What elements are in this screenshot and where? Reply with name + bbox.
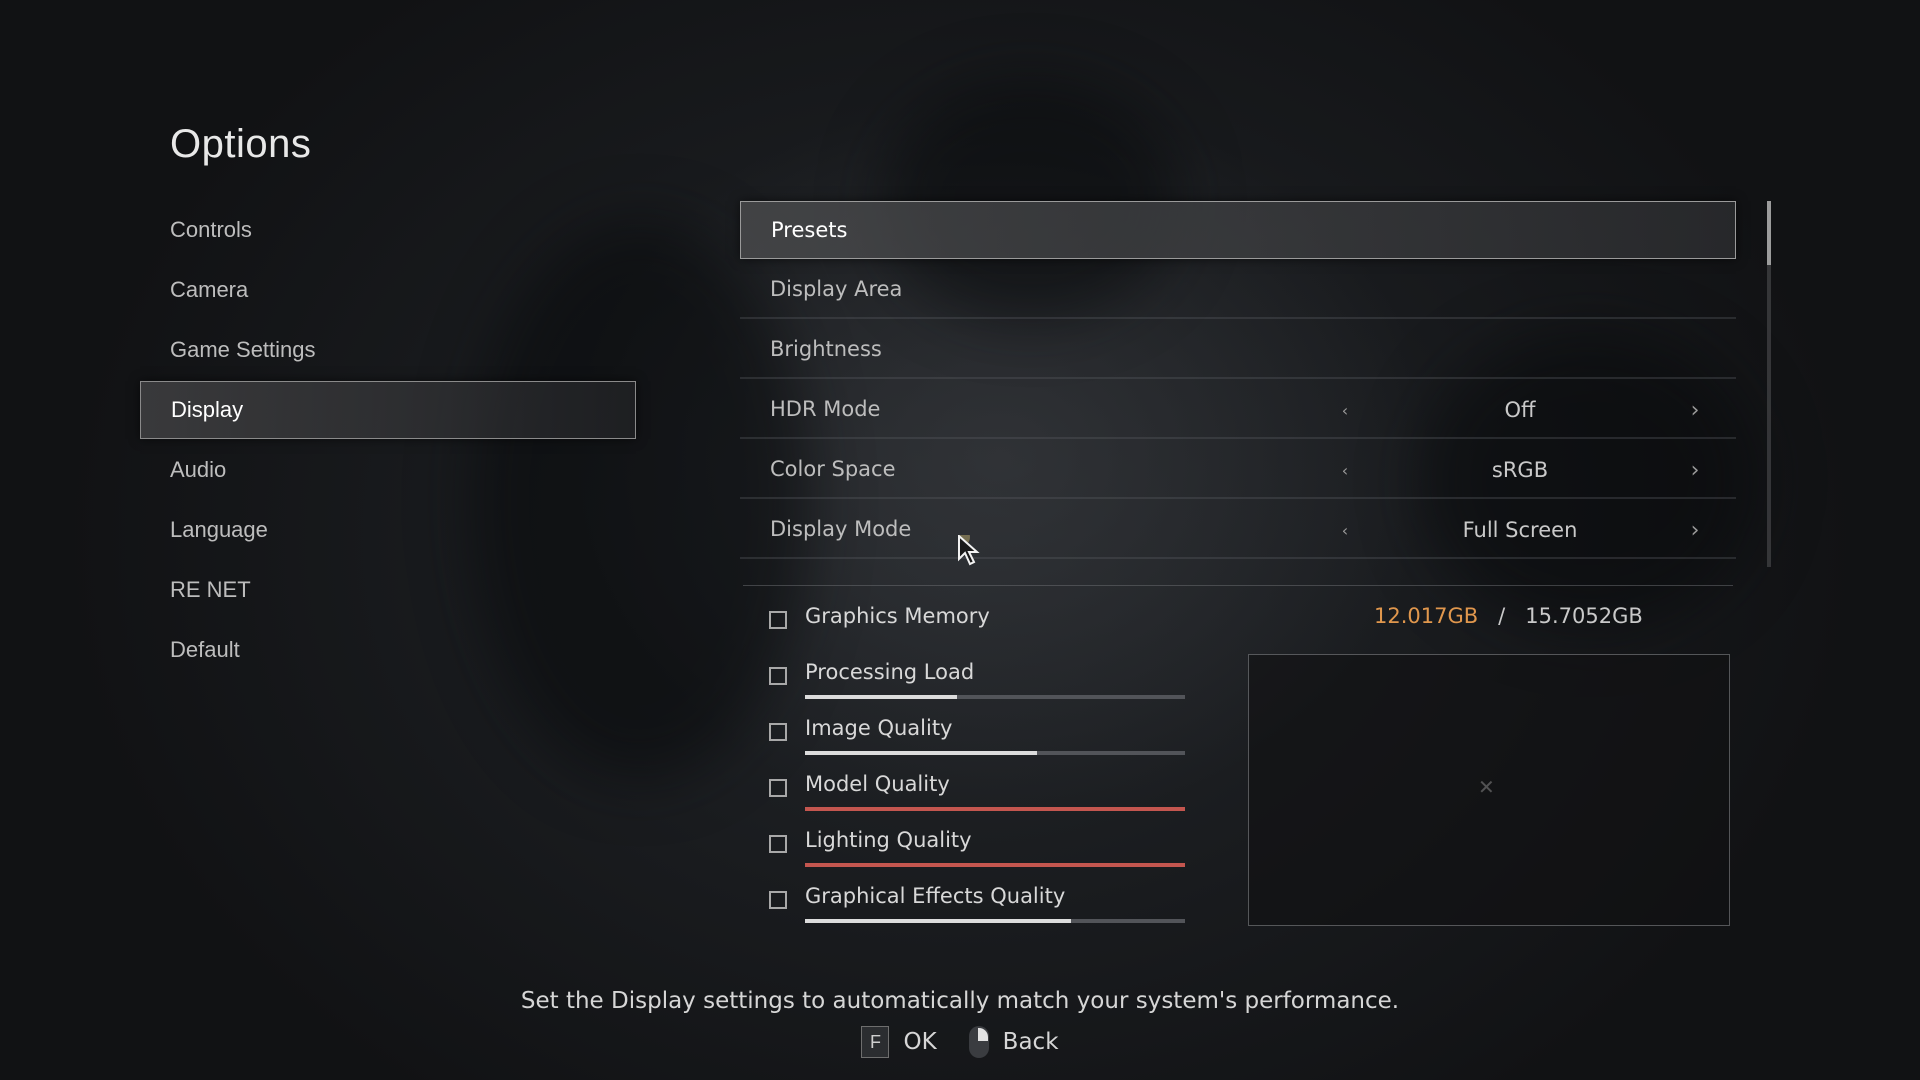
graphics-memory-readout: 12.017GB / 15.7052GB bbox=[1374, 604, 1643, 628]
preview-placeholder-icon: ✕ bbox=[1478, 775, 1495, 799]
chevron-right-icon[interactable]: › bbox=[1680, 398, 1710, 423]
sidebar-item-display[interactable]: Display bbox=[140, 381, 636, 439]
hdr-mode-label: HDR Mode bbox=[770, 397, 881, 421]
sidebar-item-label: Game Settings bbox=[170, 337, 316, 362]
lighting-quality-label: Lighting Quality bbox=[805, 828, 972, 852]
section-divider bbox=[743, 585, 1733, 586]
hdr-mode-value: Off bbox=[1504, 398, 1536, 422]
mouse-cursor-icon bbox=[958, 535, 980, 566]
color-space-value: sRGB bbox=[1491, 458, 1549, 482]
sidebar-item-label: Language bbox=[170, 517, 268, 542]
graphical-effects-quality-label: Graphical Effects Quality bbox=[805, 884, 1066, 908]
graphics-memory-checkbox[interactable] bbox=[769, 611, 787, 629]
model-quality-item: Model Quality bbox=[768, 768, 1188, 824]
meter-fill bbox=[805, 751, 1037, 755]
image-quality-label: Image Quality bbox=[805, 716, 953, 740]
graphics-memory-separator: / bbox=[1498, 604, 1506, 628]
meter-track bbox=[805, 919, 1185, 923]
presets-label: Presets bbox=[771, 218, 848, 242]
model-quality-label: Model Quality bbox=[805, 772, 950, 796]
display-mode-value: Full Screen bbox=[1462, 518, 1578, 542]
color-space-row[interactable]: Color Space ‹ sRGB › bbox=[740, 441, 1736, 499]
meter-track bbox=[805, 751, 1185, 755]
image-quality-checkbox[interactable] bbox=[769, 723, 787, 741]
graphics-memory-used: 12.017GB bbox=[1374, 604, 1479, 628]
right-mouse-button-icon bbox=[968, 1026, 989, 1058]
meter-fill bbox=[805, 695, 957, 699]
sidebar-item-controls[interactable]: Controls bbox=[140, 201, 636, 259]
sidebar-item-camera[interactable]: Camera bbox=[140, 261, 636, 319]
lighting-quality-checkbox[interactable] bbox=[769, 835, 787, 853]
button-hints: F OK Back bbox=[0, 1026, 1920, 1058]
ok-hint[interactable]: OK bbox=[903, 1029, 936, 1055]
meter-fill bbox=[805, 807, 1185, 811]
graphics-memory-total: 15.7052GB bbox=[1525, 604, 1643, 628]
graphics-memory-item: Graphics Memory bbox=[768, 600, 1188, 656]
sidebar-item-label: Camera bbox=[170, 277, 249, 302]
sidebar-item-label: Display bbox=[171, 397, 244, 422]
color-space-selector: ‹ sRGB › bbox=[1330, 441, 1710, 499]
sidebar-item-label: Audio bbox=[170, 457, 227, 482]
meter-track bbox=[805, 863, 1185, 867]
display-mode-row[interactable]: Display Mode ‹ Full Screen › bbox=[740, 501, 1736, 559]
hdr-mode-row[interactable]: HDR Mode ‹ Off › bbox=[740, 381, 1736, 439]
brightness-label: Brightness bbox=[770, 337, 882, 361]
meter-fill bbox=[805, 863, 1185, 867]
options-screen: Options Controls Camera Game Settings Di… bbox=[0, 0, 1920, 1080]
f-key-icon: F bbox=[861, 1026, 890, 1058]
chevron-right-icon[interactable]: › bbox=[1680, 518, 1710, 543]
sidebar-item-label: RE NET bbox=[170, 577, 251, 602]
chevron-left-icon[interactable]: ‹ bbox=[1330, 521, 1360, 540]
sidebar-item-label: Default bbox=[170, 637, 240, 662]
graphical-effects-quality-checkbox[interactable] bbox=[769, 891, 787, 909]
processing-load-checkbox[interactable] bbox=[769, 667, 787, 685]
display-mode-label: Display Mode bbox=[770, 517, 912, 541]
sidebar-item-label: Controls bbox=[170, 217, 252, 242]
display-settings-panel: Presets Display Area Brightness HDR Mode… bbox=[740, 201, 1736, 561]
chevron-right-icon[interactable]: › bbox=[1680, 458, 1710, 483]
lighting-quality-item: Lighting Quality bbox=[768, 824, 1188, 880]
sidebar-item-default[interactable]: Default bbox=[140, 621, 636, 679]
presets-row[interactable]: Presets bbox=[740, 201, 1736, 259]
brightness-row[interactable]: Brightness bbox=[740, 321, 1736, 379]
color-space-label: Color Space bbox=[770, 457, 896, 481]
display-mode-selector: ‹ Full Screen › bbox=[1330, 501, 1710, 559]
performance-list: Graphics Memory Processing Load Image Qu… bbox=[768, 600, 1188, 936]
sidebar-item-audio[interactable]: Audio bbox=[140, 441, 636, 499]
page-title: Options bbox=[170, 122, 312, 166]
display-area-label: Display Area bbox=[770, 277, 903, 301]
meter-fill bbox=[805, 919, 1071, 923]
sidebar-item-game-settings[interactable]: Game Settings bbox=[140, 321, 636, 379]
meter-track bbox=[805, 695, 1185, 699]
chevron-left-icon[interactable]: ‹ bbox=[1330, 461, 1360, 480]
quality-preview-box: ✕ bbox=[1248, 654, 1730, 926]
sidebar-item-language[interactable]: Language bbox=[140, 501, 636, 559]
settings-scrollbar[interactable] bbox=[1767, 201, 1771, 567]
hdr-mode-selector: ‹ Off › bbox=[1330, 381, 1710, 439]
back-hint[interactable]: Back bbox=[1003, 1029, 1059, 1055]
meter-track bbox=[805, 807, 1185, 811]
scrollbar-thumb[interactable] bbox=[1767, 201, 1771, 265]
processing-load-item: Processing Load bbox=[768, 656, 1188, 712]
chevron-left-icon[interactable]: ‹ bbox=[1330, 401, 1360, 420]
option-description: Set the Display settings to automaticall… bbox=[520, 988, 1400, 1014]
model-quality-checkbox[interactable] bbox=[769, 779, 787, 797]
graphics-memory-label: Graphics Memory bbox=[805, 604, 990, 628]
display-area-row[interactable]: Display Area bbox=[740, 261, 1736, 319]
graphical-effects-quality-item: Graphical Effects Quality bbox=[768, 880, 1188, 936]
processing-load-label: Processing Load bbox=[805, 660, 975, 684]
sidebar-item-re-net[interactable]: RE NET bbox=[140, 561, 636, 619]
options-sidebar: Controls Camera Game Settings Display Au… bbox=[140, 201, 636, 681]
image-quality-item: Image Quality bbox=[768, 712, 1188, 768]
